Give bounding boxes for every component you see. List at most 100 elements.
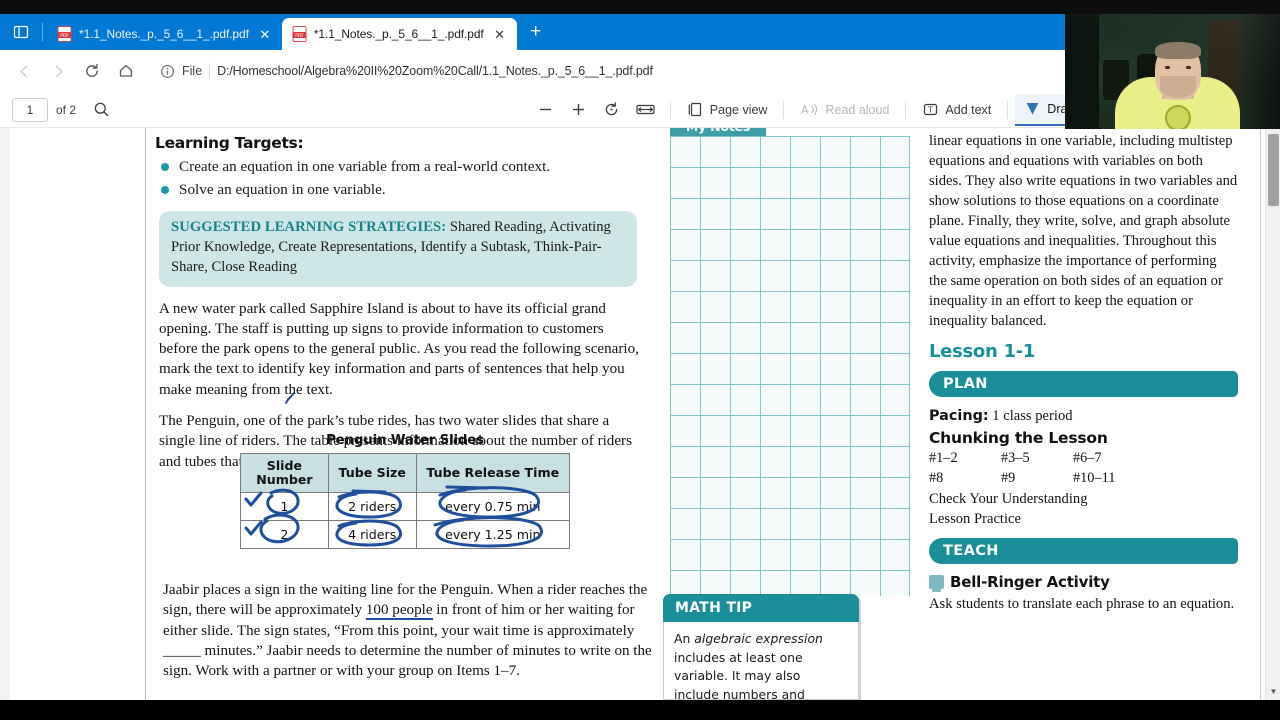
chunk-item: #9 xyxy=(1001,469,1016,486)
teach-banner: TEACH xyxy=(929,538,1238,564)
address-bar[interactable]: File D:/Homeschool/Algebra%20II%20Zoom%2… xyxy=(150,56,1198,86)
home-icon[interactable] xyxy=(110,55,142,87)
pacing-label: Pacing: xyxy=(929,407,989,424)
chunking-grid: #1–2 #3–5 #6–7 #8 #9 #10–11 xyxy=(929,450,1238,487)
answer-blank: _____ xyxy=(163,642,201,659)
chunking-heading: Chunking the Lesson xyxy=(929,428,1108,447)
check-understanding-line: Check Your Understanding xyxy=(929,490,1088,507)
page-right-rule xyxy=(1260,128,1261,700)
table-row: 2 4 riders every 1.25 min xyxy=(240,520,571,550)
pdf-page: Learning Targets: Create an equation in … xyxy=(10,128,1265,700)
closing-part-c: minutes.” Jaabir needs to determine the … xyxy=(163,642,652,680)
column-header-slide-number: Slide Number xyxy=(240,452,329,494)
header-text: Slide Number xyxy=(256,458,313,488)
svg-text:T: T xyxy=(927,106,933,115)
fit-width-icon[interactable] xyxy=(628,96,663,124)
list-item: Solve an equation in one variable. xyxy=(159,179,641,202)
tab-actions-icon[interactable] xyxy=(0,14,42,50)
chunk-item: #8 xyxy=(929,469,944,486)
column-header-tube-release-time: Tube Release Time xyxy=(415,452,571,494)
teacher-edition-column: linear equations in one variable, includ… xyxy=(915,128,1260,700)
search-icon[interactable] xyxy=(86,96,117,124)
url-text: D:/Homeschool/Algebra%20II%20Zoom%20Call… xyxy=(217,64,653,78)
tab-title: *1.1_Notes._p._5_6__1_.pdf.pdf xyxy=(79,27,249,41)
penguin-water-slides-table-wrap: Penguin Water Slides Slide Number Tube S… xyxy=(235,433,575,550)
zoom-in-button[interactable] xyxy=(562,96,595,124)
column-header-tube-size: Tube Size xyxy=(327,452,417,494)
chunk-item: #6–7 xyxy=(1073,449,1102,466)
closing-paragraph: Jaabir places a sign in the waiting line… xyxy=(163,580,663,681)
lesson-text-column: Learning Targets: Create an equation in … xyxy=(145,128,655,700)
tab-strip-divider xyxy=(42,23,43,41)
browser-tab-2[interactable]: PDF *1.1_Notes._p._5_6__1_.pdf.pdf ✕ xyxy=(281,18,517,50)
math-tip-box: MATH TIP An algebraic expression include… xyxy=(663,594,873,700)
bell-ringer-heading-row: Bell-Ringer Activity xyxy=(929,573,1238,592)
list-item: Create an equation in one variable from … xyxy=(159,156,641,179)
vertical-scrollbar[interactable]: ▼ xyxy=(1265,128,1280,700)
window-title-bar xyxy=(0,0,1280,14)
table-caption: Penguin Water Slides xyxy=(326,433,484,448)
toolbar-divider xyxy=(669,100,671,119)
my-notes-column: My Notes MATH TIP An algebraic expressio… xyxy=(655,128,915,700)
bell-ringer-heading: Bell-Ringer Activity xyxy=(950,573,1110,591)
pdf-file-icon: PDF xyxy=(292,26,307,42)
page-view-label: Page view xyxy=(709,102,768,117)
underlined-value: 100 people xyxy=(365,602,433,621)
chunk-item: #1–2 xyxy=(929,449,958,466)
toolbar-divider xyxy=(905,100,907,119)
forward-icon[interactable] xyxy=(42,55,74,87)
zoom-out-button[interactable] xyxy=(529,96,562,124)
my-notes-header: My Notes xyxy=(670,128,766,136)
bell-ringer-body: Ask students to translate each phrase to… xyxy=(929,596,1235,612)
learning-targets-list: Create an equation in one variable from … xyxy=(159,156,641,202)
penguin-water-slides-table: Slide Number Tube Size Tube Release Time… xyxy=(240,452,571,550)
add-text-button[interactable]: T Add text xyxy=(913,96,1000,124)
read-aloud-label: Read aloud xyxy=(825,102,890,117)
rotate-icon[interactable] xyxy=(595,96,628,124)
suggested-strategies-box: SUGGESTED LEARNING STRATEGIES: Shared Re… xyxy=(159,210,637,287)
scrollbar-thumb[interactable] xyxy=(1268,134,1279,206)
webcam-glare xyxy=(1065,14,1280,129)
projector-icon xyxy=(929,575,944,592)
tab-title: *1.1_Notes._p._5_6__1_.pdf.pdf xyxy=(313,27,484,41)
cell-tube-release-time: every 1.25 min xyxy=(415,520,571,550)
math-tip-header: MATH TIP xyxy=(663,594,859,622)
reload-icon[interactable] xyxy=(76,55,108,87)
info-icon xyxy=(160,64,175,79)
svg-text:PDF: PDF xyxy=(295,33,304,39)
lesson-practice-line: Lesson Practice xyxy=(929,511,1021,528)
cell-tube-size: 4 riders xyxy=(327,520,417,550)
scroll-down-icon[interactable]: ▼ xyxy=(1266,684,1280,698)
cell-slide-number: 1 xyxy=(240,492,329,522)
back-icon[interactable] xyxy=(8,55,40,87)
cell-tube-release-time: every 0.75 min xyxy=(415,492,571,522)
learning-targets-heading: Learning Targets: xyxy=(155,134,304,152)
math-tip-term: algebraic expression xyxy=(694,631,823,646)
svg-text:PDF: PDF xyxy=(60,33,69,39)
close-icon[interactable]: ✕ xyxy=(491,25,509,43)
scheme-label: File xyxy=(182,64,203,78)
pdf-viewer[interactable]: Learning Targets: Create an equation in … xyxy=(0,128,1280,700)
cell-tube-size: 2 riders xyxy=(327,492,417,522)
page-count-label: of 2 xyxy=(56,102,77,117)
table-row: 1 2 riders every 0.75 min xyxy=(240,492,571,522)
page-number-input[interactable]: 1 xyxy=(12,97,48,122)
read-aloud-button[interactable]: A Read aloud xyxy=(791,96,898,124)
svg-text:A: A xyxy=(801,104,809,117)
teacher-intro-paragraph: linear equations in one variable, includ… xyxy=(929,133,1238,329)
math-tip-lead: An xyxy=(674,631,695,646)
chunk-item: #3–5 xyxy=(1001,449,1030,466)
close-icon[interactable]: ✕ xyxy=(256,25,274,43)
pdf-file-icon: PDF xyxy=(57,26,72,42)
table-header-row: Slide Number Tube Size Tube Release Time xyxy=(240,452,571,494)
pen-caret-mark xyxy=(285,392,295,404)
add-text-label: Add text xyxy=(945,102,992,117)
pacing-line: Pacing: 1 class period xyxy=(929,406,1238,427)
cell-slide-number: 2 xyxy=(240,520,329,550)
suggested-strategies-label: SUGGESTED LEARNING STRATEGIES: xyxy=(171,218,447,235)
webcam-overlay[interactable] xyxy=(1065,14,1280,129)
page-view-button[interactable]: Page view xyxy=(678,96,777,124)
browser-tab-1[interactable]: PDF *1.1_Notes._p._5_6__1_.pdf.pdf ✕ xyxy=(47,18,282,50)
toolbar-divider xyxy=(783,100,785,119)
new-tab-button[interactable]: + xyxy=(521,17,551,47)
